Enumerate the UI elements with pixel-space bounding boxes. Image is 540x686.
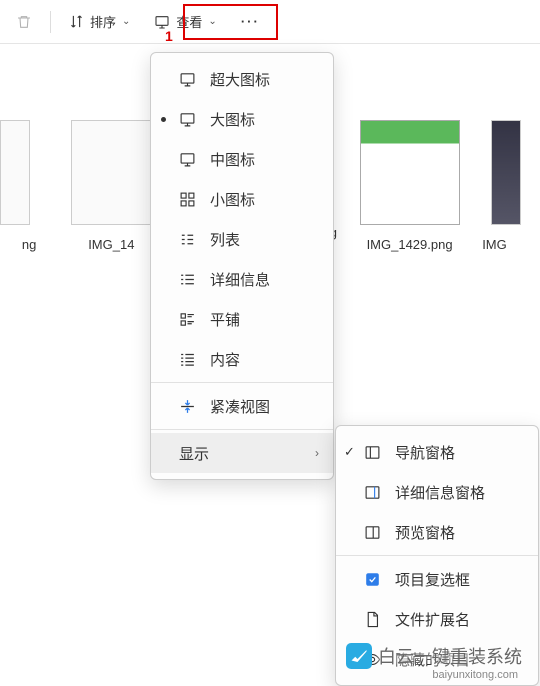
view-button[interactable]: 查看 ⌄ <box>144 7 226 36</box>
details-icon <box>179 271 196 288</box>
menu-item-label: 详细信息窗格 <box>395 482 485 503</box>
watermark-subtext: baiyunxitong.com <box>432 669 518 681</box>
menu-item-label: 显示 <box>179 443 209 464</box>
menu-item-small-icons[interactable]: 小图标 <box>151 179 333 219</box>
view-icon <box>154 14 170 30</box>
menu-item-medium-icons[interactable]: 中图标 <box>151 139 333 179</box>
menu-item-show[interactable]: 显示 › <box>151 433 333 473</box>
file-name: IMG <box>482 237 530 252</box>
separator <box>50 11 51 33</box>
file-thumbnail <box>360 120 460 225</box>
delete-button[interactable] <box>6 9 42 35</box>
menu-item-content[interactable]: 内容 <box>151 339 333 379</box>
watermark-text: 白云一键重装系统 <box>378 643 522 669</box>
view-menu: 超大图标 大图标 中图标 小图标 列表 详细信息 平铺 内容 紧凑视图 显示 › <box>150 52 334 480</box>
trash-icon <box>16 14 32 30</box>
chevron-right-icon: › <box>315 446 319 460</box>
menu-item-label: 导航窗格 <box>395 442 455 463</box>
menu-item-label: 超大图标 <box>210 69 270 90</box>
monitor-icon <box>179 71 196 88</box>
grid-icon <box>179 191 196 208</box>
file-name: IMG_1429.png <box>357 237 462 252</box>
menu-item-extra-large-icons[interactable]: 超大图标 <box>151 59 333 99</box>
menu-separator <box>151 382 333 383</box>
menu-item-label: 详细信息 <box>210 269 270 290</box>
menu-item-preview-pane[interactable]: 预览窗格 <box>336 512 538 552</box>
file-thumbnail <box>0 120 30 225</box>
file-item[interactable]: ng <box>10 80 48 663</box>
menu-item-label: 平铺 <box>210 309 240 330</box>
menu-item-label: 内容 <box>210 349 240 370</box>
bullet-icon <box>161 117 166 122</box>
file-thumbnail <box>491 120 521 225</box>
monitor-icon <box>179 111 196 128</box>
sort-label: 排序 <box>90 12 116 31</box>
checkbox-icon <box>364 571 381 588</box>
file-thumbnail <box>71 120 151 225</box>
menu-item-label: 紧凑视图 <box>210 396 270 417</box>
menu-item-label: 中图标 <box>210 149 255 170</box>
chevron-down-icon: ⌄ <box>122 16 130 27</box>
more-button[interactable]: ··· <box>231 9 270 34</box>
menu-item-tiles[interactable]: 平铺 <box>151 299 333 339</box>
compact-icon <box>179 398 196 415</box>
toolbar: 排序 ⌄ 查看 ⌄ ··· <box>0 0 540 44</box>
menu-item-navigation-pane[interactable]: ✓ 导航窗格 <box>336 432 538 472</box>
watermark-logo-icon <box>346 643 372 669</box>
content-icon <box>179 351 196 368</box>
sort-icon <box>69 14 84 29</box>
menu-item-large-icons[interactable]: 大图标 <box>151 99 333 139</box>
monitor-icon <box>179 151 196 168</box>
tiles-icon <box>179 311 196 328</box>
view-label: 查看 <box>176 12 202 31</box>
menu-item-label: 大图标 <box>210 109 255 130</box>
menu-item-label: 小图标 <box>210 189 255 210</box>
file-item[interactable]: IMG_14 <box>68 80 154 663</box>
file-icon <box>364 611 381 628</box>
menu-item-file-extensions[interactable]: 文件扩展名 <box>336 599 538 639</box>
menu-separator <box>151 429 333 430</box>
list-icon <box>179 231 196 248</box>
menu-item-label: 项目复选框 <box>395 569 470 590</box>
menu-item-details-pane[interactable]: 详细信息窗格 <box>336 472 538 512</box>
menu-item-item-checkboxes[interactable]: 项目复选框 <box>336 559 538 599</box>
sort-button[interactable]: 排序 ⌄ <box>59 7 140 36</box>
menu-item-label: 预览窗格 <box>395 522 455 543</box>
watermark: 白云一键重装系统 <box>346 643 522 669</box>
menu-separator <box>336 555 538 556</box>
preview-pane-icon <box>364 524 381 541</box>
nav-pane-icon <box>364 444 381 461</box>
file-name: IMG_14 <box>68 237 154 252</box>
checkmark-icon: ✓ <box>344 444 355 460</box>
chevron-down-icon: ⌄ <box>208 16 216 27</box>
menu-item-details[interactable]: 详细信息 <box>151 259 333 299</box>
menu-item-label: 列表 <box>210 229 240 250</box>
menu-item-compact[interactable]: 紧凑视图 <box>151 386 333 426</box>
file-name: ng <box>10 237 48 252</box>
menu-item-label: 文件扩展名 <box>395 609 470 630</box>
menu-item-list[interactable]: 列表 <box>151 219 333 259</box>
details-pane-icon <box>364 484 381 501</box>
